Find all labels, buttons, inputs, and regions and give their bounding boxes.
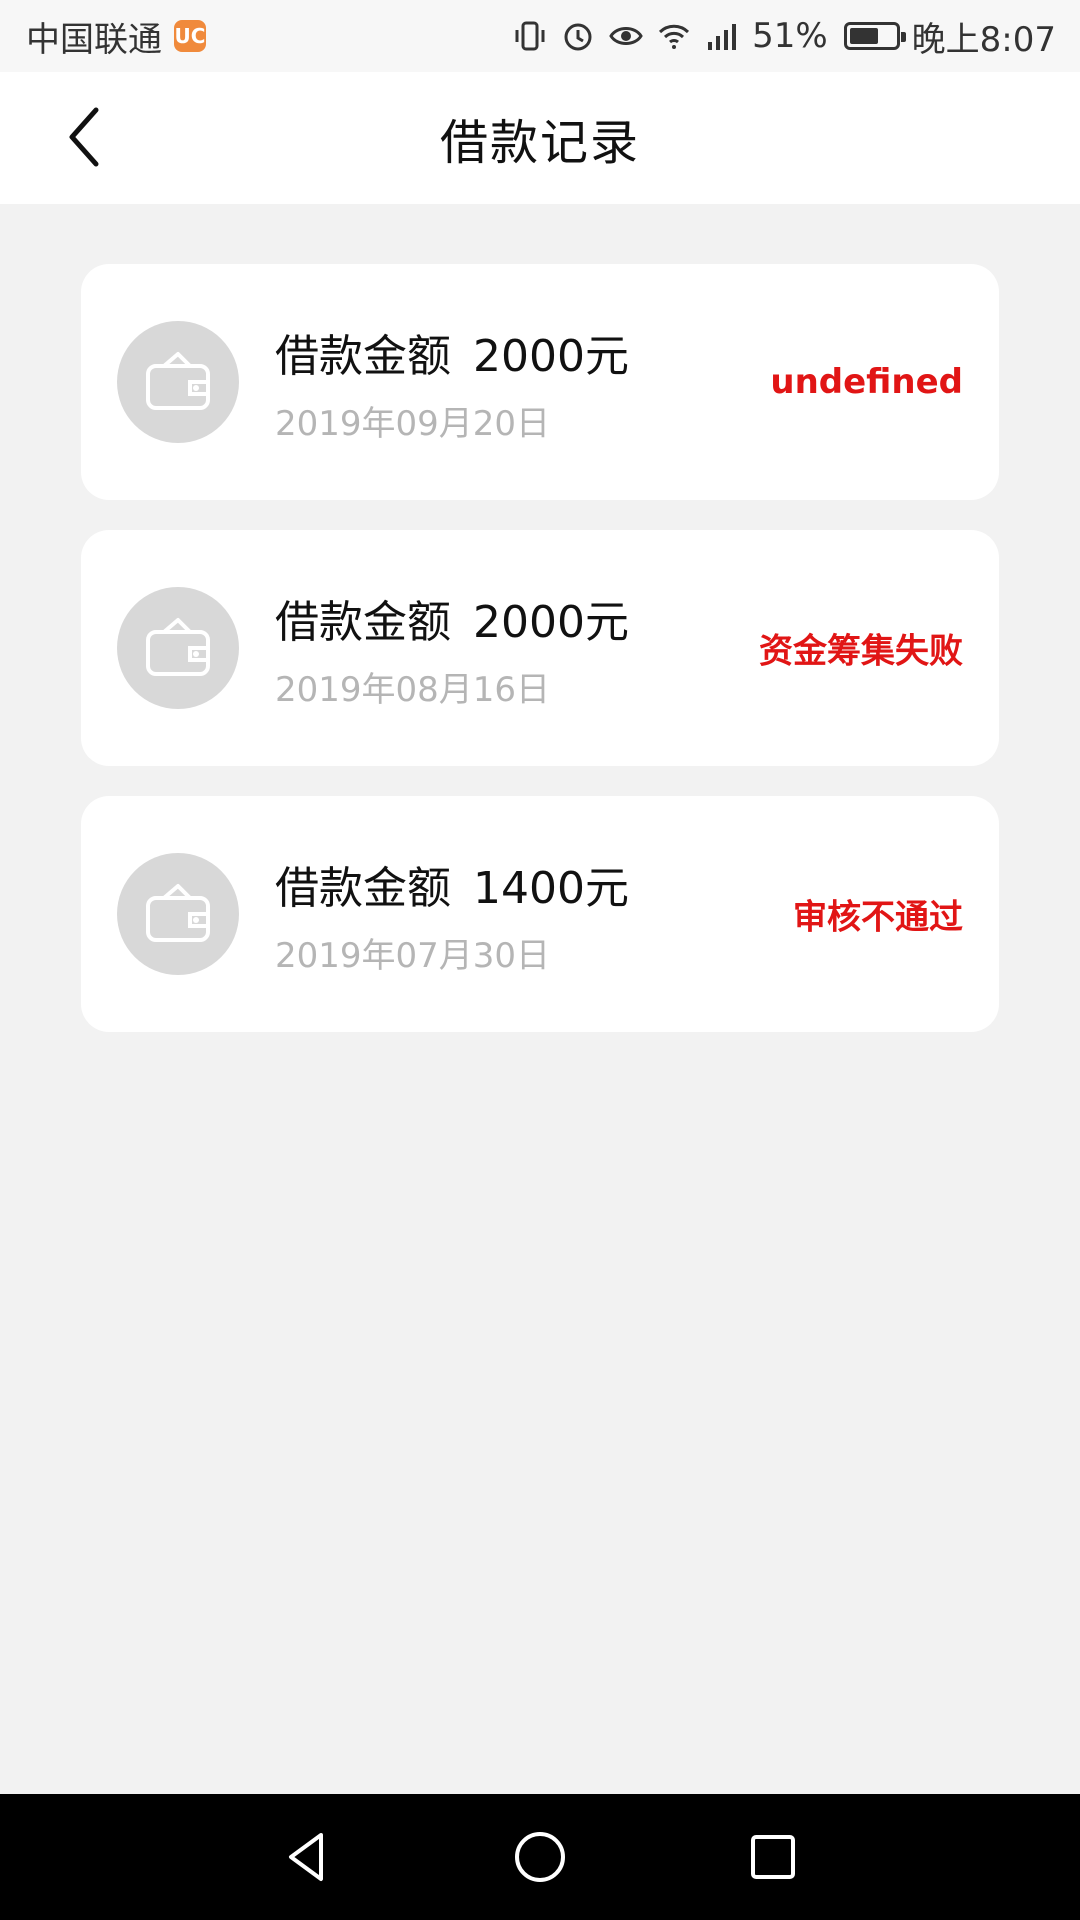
amount-value: 2000元 — [473, 596, 629, 648]
nav-back-button[interactable] — [267, 1817, 347, 1897]
signal-icon — [704, 18, 740, 54]
amount-line: 借款金额 2000元 — [275, 586, 629, 650]
wallet-avatar — [117, 853, 239, 975]
nav-home-button[interactable] — [500, 1817, 580, 1897]
wallet-icon — [146, 618, 210, 676]
record-status: undefined — [770, 362, 963, 402]
loan-record-list: 借款金额 2000元 2019年09月20日 undefined 借款金额 20… — [81, 264, 999, 1062]
wifi-icon — [656, 18, 692, 54]
record-info: 借款金额 2000元 2019年09月20日 — [275, 320, 629, 445]
eye-icon — [608, 18, 644, 54]
loan-record-item[interactable]: 借款金额 2000元 2019年09月20日 undefined — [81, 264, 999, 500]
record-status: 审核不通过 — [793, 897, 963, 938]
status-right: 51% 晚上8:07 — [512, 12, 1056, 61]
wallet-avatar — [117, 321, 239, 443]
record-info: 借款金额 2000元 2019年08月16日 — [275, 586, 629, 711]
chevron-left-icon — [69, 107, 99, 167]
alarm-icon — [560, 18, 596, 54]
loan-record-item[interactable]: 借款金额 2000元 2019年08月16日 资金筹集失败 — [81, 530, 999, 766]
amount-line: 借款金额 1400元 — [275, 852, 629, 916]
battery-percentage: 51% — [752, 16, 828, 56]
system-navigation-bar — [0, 1794, 1080, 1920]
amount-line: 借款金额 2000元 — [275, 320, 629, 384]
amount-label: 借款金额 — [275, 330, 451, 382]
status-bar: 中国联通 UC 51% 晚上8:07 — [0, 0, 1080, 72]
wallet-icon — [146, 352, 210, 410]
status-left: 中国联通 UC — [26, 12, 206, 61]
page-title: 借款记录 — [439, 115, 640, 171]
amount-value: 1400元 — [473, 862, 629, 914]
wallet-avatar — [117, 587, 239, 709]
app-header: 借款记录 — [0, 72, 1080, 204]
amount-label: 借款金额 — [275, 596, 451, 648]
wallet-icon — [146, 884, 210, 942]
record-date: 2019年07月30日 — [275, 935, 551, 976]
amount-label: 借款金额 — [275, 862, 451, 914]
circle-home-icon — [514, 1832, 565, 1882]
record-date: 2019年08月16日 — [275, 669, 551, 710]
record-status: 资金筹集失败 — [759, 631, 963, 672]
back-button[interactable] — [40, 92, 130, 182]
loan-record-item[interactable]: 借款金额 1400元 2019年07月30日 审核不通过 — [81, 796, 999, 1032]
amount-value: 2000元 — [473, 330, 629, 382]
carrier-name: 中国联通 — [26, 19, 162, 60]
nav-recents-button[interactable] — [733, 1817, 813, 1897]
square-recents-icon — [751, 1835, 796, 1879]
record-info: 借款金额 1400元 2019年07月30日 — [275, 852, 629, 977]
uc-browser-icon: UC — [174, 20, 206, 52]
clock: 晚上8:07 — [911, 19, 1056, 60]
record-date: 2019年09月20日 — [275, 403, 551, 444]
vibrate-icon — [512, 18, 548, 54]
triangle-back-icon — [288, 1833, 323, 1881]
battery-icon — [843, 22, 906, 50]
